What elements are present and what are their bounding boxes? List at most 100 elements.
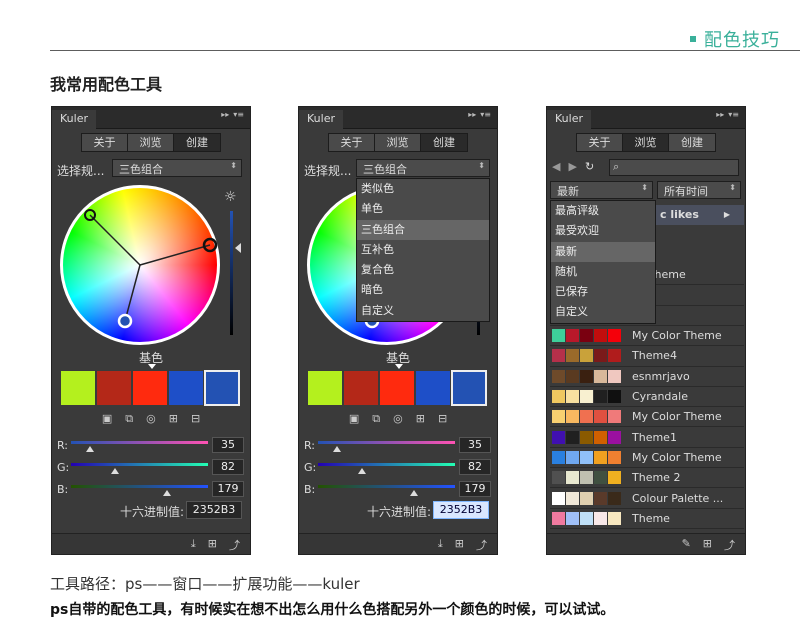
- panel-menu-icon[interactable]: ▾≡: [728, 110, 739, 119]
- panel-menu-icon[interactable]: ▾≡: [480, 110, 491, 119]
- browse-button[interactable]: 浏览: [623, 134, 669, 151]
- slider-track[interactable]: [318, 441, 455, 444]
- collapse-icon[interactable]: ▸▸: [716, 110, 724, 119]
- theme-row[interactable]: Theme 2: [550, 468, 744, 489]
- theme-row[interactable]: Colour Palette ...: [550, 488, 744, 509]
- swatch-selected[interactable]: [204, 370, 240, 406]
- sort-select[interactable]: 最新 ⬍: [550, 181, 653, 199]
- slider-thumb[interactable]: [410, 490, 419, 496]
- slider-value[interactable]: 35: [459, 437, 491, 453]
- swatch[interactable]: [169, 371, 203, 405]
- swatch[interactable]: [416, 371, 450, 405]
- slider-value[interactable]: 179: [212, 481, 244, 497]
- menu-item[interactable]: 互补色: [357, 240, 489, 260]
- slider-value[interactable]: 35: [212, 437, 244, 453]
- menu-item[interactable]: 暗色: [357, 280, 489, 300]
- menu-item[interactable]: 类似色: [357, 179, 489, 199]
- brightness-slider[interactable]: [230, 211, 233, 335]
- menu-item[interactable]: 最高评级: [551, 201, 655, 221]
- swatch[interactable]: [308, 371, 342, 405]
- edit-theme-icon[interactable]: ✎: [682, 537, 691, 551]
- target-icon[interactable]: ◎: [146, 412, 156, 426]
- menu-item[interactable]: 单色: [357, 199, 489, 219]
- hex-input[interactable]: 2352B3: [186, 501, 242, 519]
- back-icon[interactable]: ◀: [552, 160, 560, 173]
- base-color-handle[interactable]: [117, 313, 133, 329]
- menu-item[interactable]: 最受欢迎: [551, 221, 655, 241]
- theme-row[interactable]: Cyrandale: [550, 387, 744, 408]
- menu-item-selected[interactable]: 最新: [551, 241, 655, 262]
- about-button[interactable]: 关于: [329, 134, 375, 151]
- slider-track[interactable]: [71, 463, 208, 466]
- swatch[interactable]: [380, 371, 414, 405]
- menu-item[interactable]: 随机: [551, 262, 655, 282]
- add-color-icon[interactable]: ⊞: [169, 412, 178, 426]
- add-to-swatches-icon[interactable]: ⊞: [455, 537, 464, 551]
- add-to-swatches-icon[interactable]: ⊞: [703, 537, 712, 551]
- upload-icon[interactable]: ⤴: [724, 537, 735, 552]
- menu-item-selected[interactable]: 三色组合: [357, 219, 489, 240]
- collapse-icon[interactable]: ▸▸: [221, 110, 229, 119]
- about-button[interactable]: 关于: [577, 134, 623, 151]
- rule-select[interactable]: 三色组合 ⬍: [112, 159, 242, 177]
- add-to-swatches-icon[interactable]: ⊞: [208, 537, 217, 551]
- swatch[interactable]: [344, 371, 378, 405]
- create-button[interactable]: 创建: [669, 134, 715, 151]
- menu-item[interactable]: 自定义: [357, 301, 489, 321]
- forward-icon[interactable]: ▶: [568, 160, 576, 173]
- slider-value[interactable]: 82: [212, 459, 244, 475]
- add-to-swatches-icon[interactable]: ▣: [102, 412, 112, 426]
- brightness-thumb[interactable]: [235, 243, 241, 253]
- create-button[interactable]: 创建: [421, 134, 467, 151]
- swatch[interactable]: [61, 371, 95, 405]
- browse-button[interactable]: 浏览: [128, 134, 174, 151]
- hex-input[interactable]: 2352B3: [433, 501, 489, 519]
- slider-track[interactable]: [71, 485, 208, 488]
- slider-thumb[interactable]: [163, 490, 172, 496]
- refresh-icon[interactable]: ↻: [585, 160, 594, 173]
- copy-swatch-icon[interactable]: ⧉: [372, 412, 380, 426]
- slider-track[interactable]: [71, 441, 208, 444]
- slider-value[interactable]: 179: [459, 481, 491, 497]
- about-button[interactable]: 关于: [82, 134, 128, 151]
- swatch[interactable]: [133, 371, 167, 405]
- menu-item[interactable]: 复合色: [357, 260, 489, 280]
- remove-color-icon[interactable]: ⊟: [438, 412, 447, 426]
- theme-row[interactable]: My Color Theme: [550, 326, 744, 347]
- theme-row[interactable]: My Color Theme: [550, 407, 744, 428]
- theme-row[interactable]: esnmrjavo: [550, 367, 744, 387]
- add-color-icon[interactable]: ⊞: [416, 412, 425, 426]
- panel-tab[interactable]: Kuler: [547, 110, 591, 129]
- swatch-selected[interactable]: [451, 370, 487, 406]
- panel-menu-icon[interactable]: ▾≡: [233, 110, 244, 119]
- target-icon[interactable]: ◎: [393, 412, 403, 426]
- add-to-swatches-icon[interactable]: ▣: [349, 412, 359, 426]
- collapse-icon[interactable]: ▸▸: [468, 110, 476, 119]
- time-select[interactable]: 所有时间 ⬍: [657, 181, 741, 199]
- download-icon[interactable]: ⤓: [191, 537, 196, 551]
- slider-track[interactable]: [318, 485, 455, 488]
- create-button[interactable]: 创建: [174, 134, 220, 151]
- theme-row[interactable]: Theme4: [550, 346, 744, 367]
- panel-tab[interactable]: Kuler: [299, 110, 343, 129]
- slider-thumb[interactable]: [332, 446, 341, 452]
- menu-item[interactable]: 已保存: [551, 282, 655, 302]
- menu-item[interactable]: 自定义: [551, 302, 655, 322]
- theme-row[interactable]: My Color Theme: [550, 448, 744, 469]
- remove-color-icon[interactable]: ⊟: [191, 412, 200, 426]
- slider-thumb[interactable]: [85, 446, 94, 452]
- color-wheel[interactable]: [60, 185, 220, 345]
- theme-row[interactable]: Theme1: [550, 427, 744, 448]
- slider-thumb[interactable]: [358, 468, 367, 474]
- upload-icon[interactable]: ⤴: [476, 537, 487, 552]
- slider-thumb[interactable]: [111, 468, 120, 474]
- download-icon[interactable]: ⤓: [438, 537, 443, 551]
- swatch[interactable]: [97, 371, 131, 405]
- search-input[interactable]: ⌕: [609, 159, 739, 176]
- panel-tab[interactable]: Kuler: [52, 110, 96, 129]
- upload-icon[interactable]: ⤴: [229, 537, 240, 552]
- slider-track[interactable]: [318, 463, 455, 466]
- slider-value[interactable]: 82: [459, 459, 491, 475]
- rule-select[interactable]: 三色组合 ⬍: [356, 159, 490, 177]
- copy-swatch-icon[interactable]: ⧉: [125, 412, 133, 426]
